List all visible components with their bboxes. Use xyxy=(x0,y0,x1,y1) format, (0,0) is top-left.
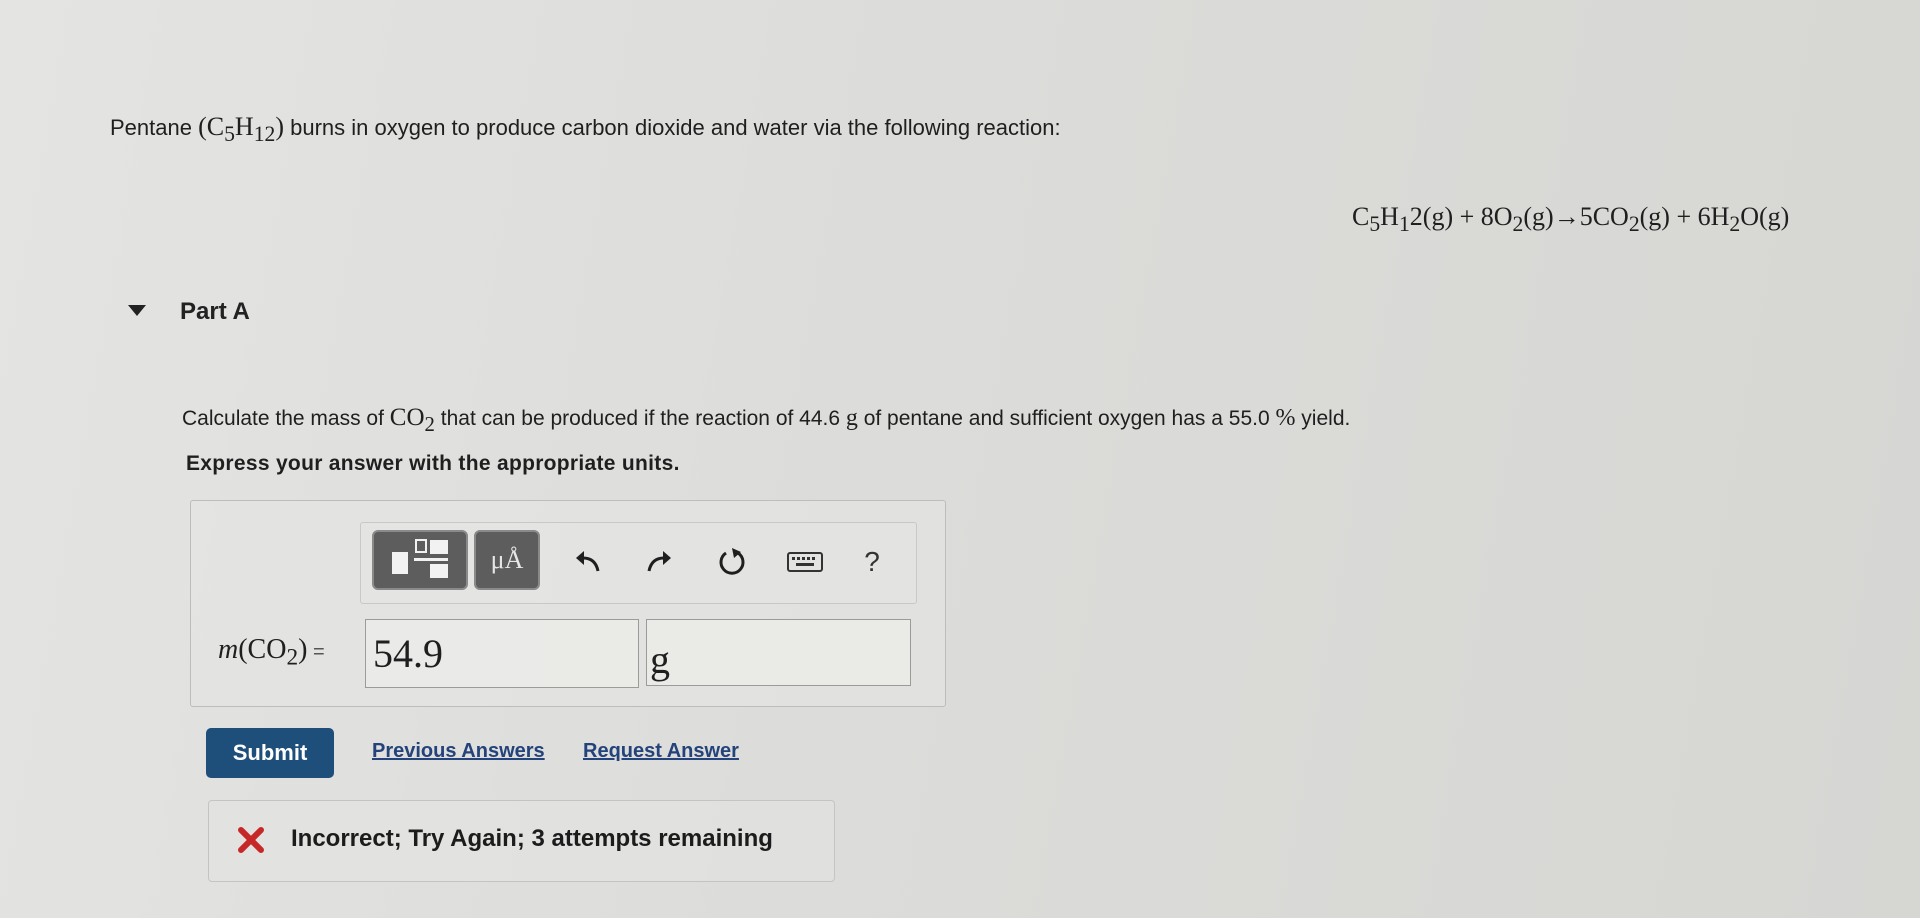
feedback-message: Incorrect; Try Again; 3 attempts remaini… xyxy=(291,825,773,852)
value-input-text: 54.9 xyxy=(373,631,443,676)
redo-icon xyxy=(647,551,671,572)
keyboard-button[interactable] xyxy=(785,545,825,579)
collapse-triangle-icon[interactable] xyxy=(128,305,146,316)
reset-button[interactable] xyxy=(715,545,749,579)
x-mark-icon xyxy=(236,825,266,860)
intro-text-before: Pentane xyxy=(110,115,199,140)
question-text: Calculate the mass of CO2 that can be pr… xyxy=(182,404,1351,436)
undo-button[interactable] xyxy=(570,545,604,579)
help-icon: ? xyxy=(864,546,880,577)
request-answer-link[interactable]: Request Answer xyxy=(583,740,739,763)
templates-icon xyxy=(392,539,448,578)
units-icon: μÅ xyxy=(490,545,524,574)
intro-text-after: burns in oxygen to produce carbon dioxid… xyxy=(284,115,1061,140)
pentane-formula: (C5H12) xyxy=(198,112,285,147)
part-title[interactable]: Part A xyxy=(180,298,250,326)
units-input[interactable] xyxy=(646,619,911,686)
redo-button[interactable] xyxy=(643,545,677,579)
keyboard-icon xyxy=(787,552,823,572)
reaction-equation: C5H12(g) + 8O2(g)→5CO2(g) + 6H2O(g) xyxy=(1352,202,1790,237)
problem-intro: Pentane (C5H12) burns in oxygen to produ… xyxy=(110,112,1061,147)
units-button[interactable]: μÅ xyxy=(474,530,540,590)
reset-icon xyxy=(719,548,745,575)
answer-label: m(CO2) = xyxy=(218,634,325,671)
templates-button[interactable] xyxy=(372,530,468,590)
undo-icon xyxy=(576,551,600,572)
instructions: Express your answer with the appropriate… xyxy=(186,452,680,475)
help-button[interactable]: ? xyxy=(855,545,889,579)
co2-formula: CO2 xyxy=(389,404,435,436)
previous-answers-link[interactable]: Previous Answers xyxy=(372,740,545,763)
units-input-text: g xyxy=(650,637,670,682)
submit-button[interactable]: Submit xyxy=(206,728,334,778)
